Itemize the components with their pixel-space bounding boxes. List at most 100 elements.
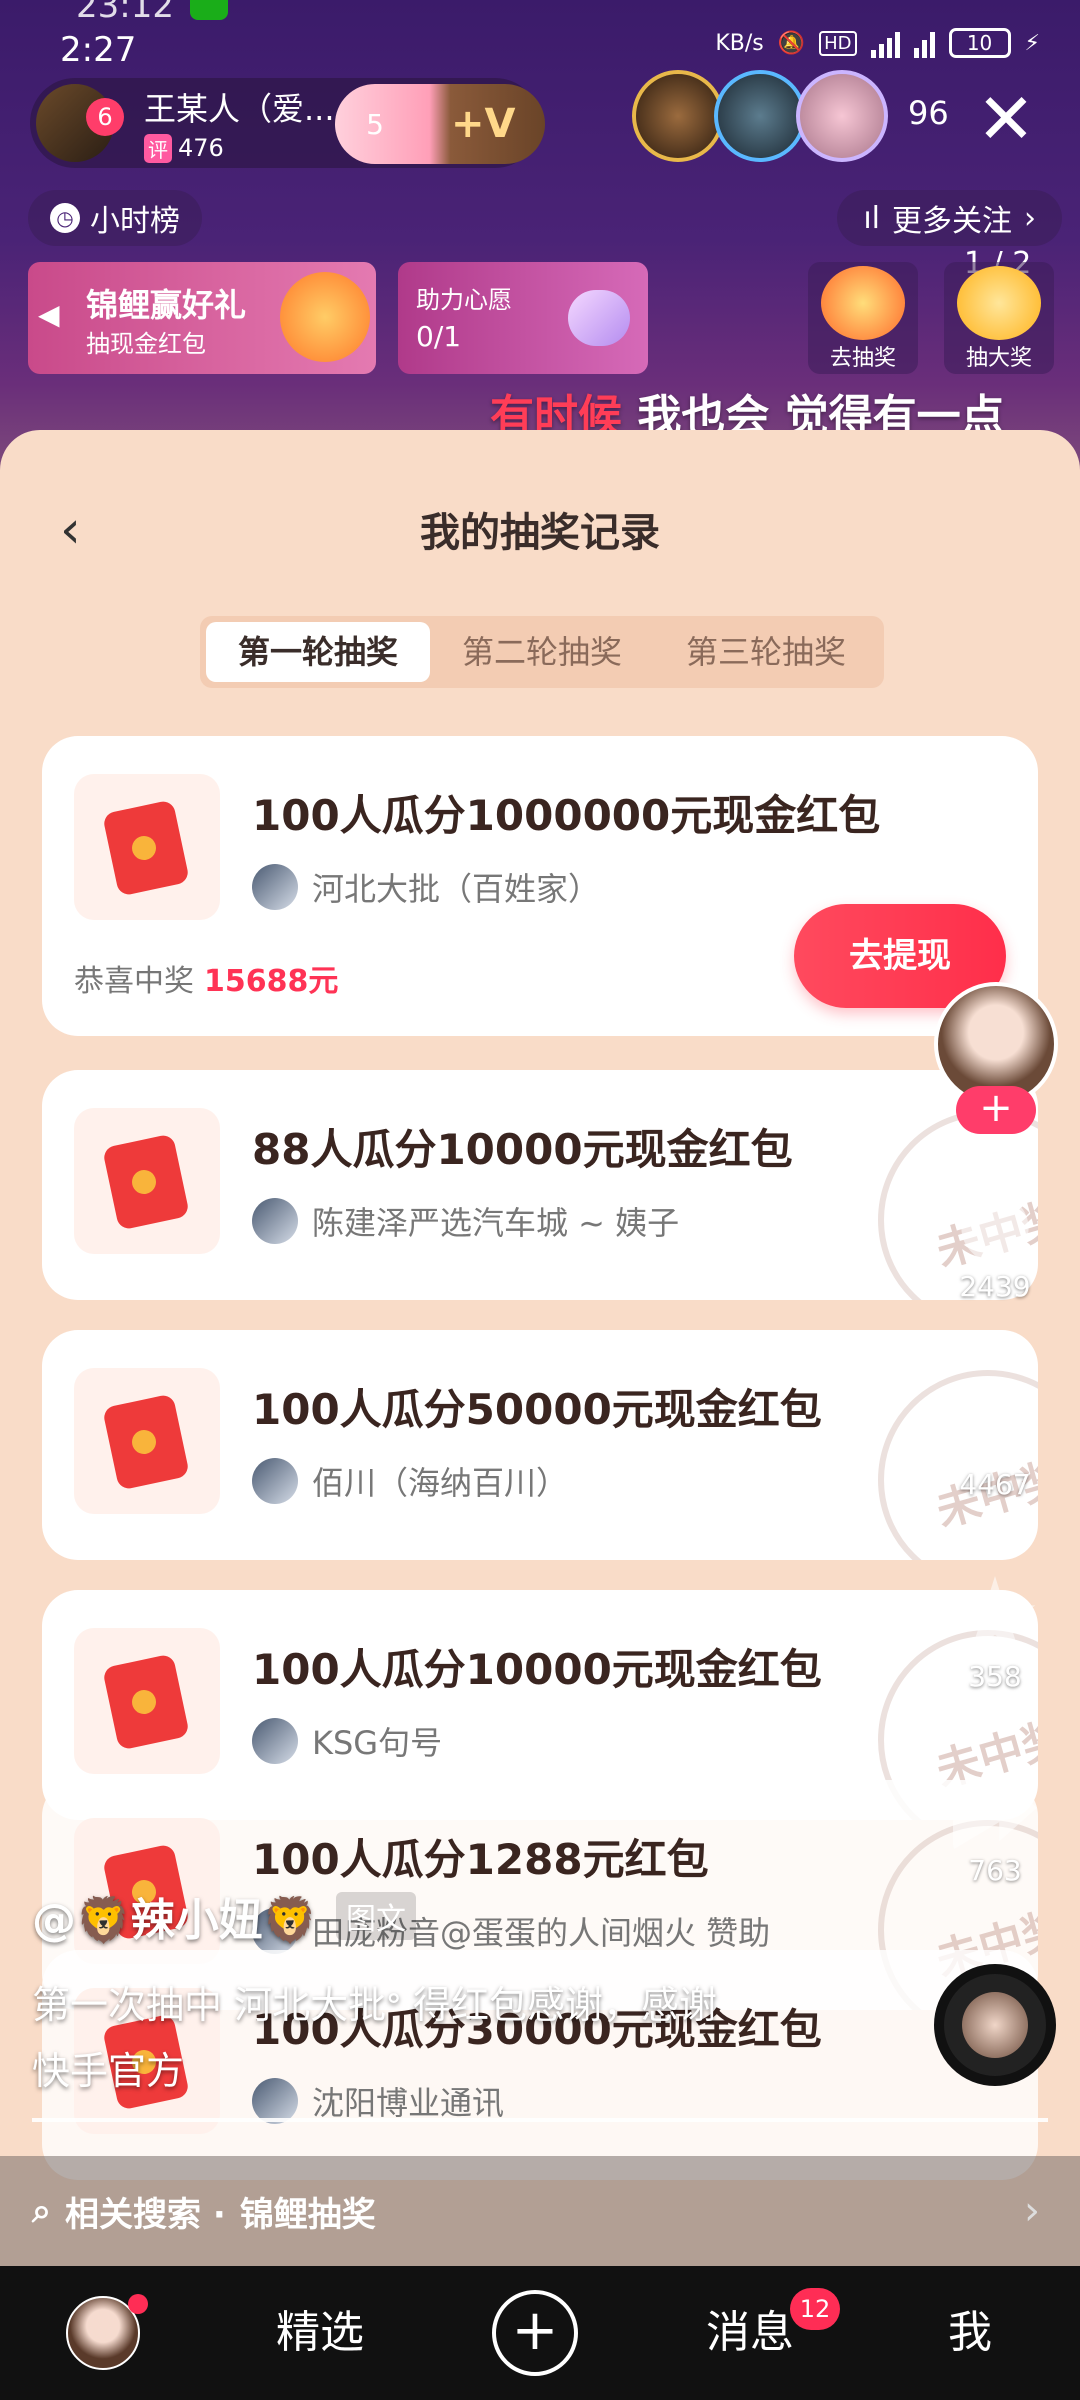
wish-progress: 0/1 — [416, 320, 462, 353]
messages-badge: 12 — [790, 2288, 840, 2330]
tab-round-3[interactable]: 第三轮抽奖 — [654, 622, 878, 682]
red-packet-icon — [74, 1628, 220, 1774]
comment-button[interactable]: 4467 — [930, 1384, 1060, 1501]
related-keyword: 锦鲤抽奖 — [239, 2194, 376, 2235]
battery-icon: 10 — [948, 28, 1011, 58]
music-disc[interactable] — [934, 1964, 1056, 2086]
share-icon — [953, 1774, 1037, 1850]
bottom-nav: 精选 + 消息 12 我 — [0, 2266, 1080, 2400]
viewer-avatar[interactable] — [796, 70, 888, 162]
big-lottery-label: 抽大奖 — [965, 346, 1032, 371]
charging-icon: ⚡ — [1024, 30, 1040, 56]
status-time: 2:27 — [60, 30, 137, 70]
shop-name: 佰川（海纳百川） — [312, 1464, 569, 1502]
clock-icon: ◷ — [50, 203, 80, 233]
record-title: 88人瓜分10000元现金红包 — [252, 1125, 793, 1174]
notification-dot — [128, 2294, 148, 2314]
related-prefix: 相关搜索 · — [65, 2194, 226, 2235]
sheet-title: 我的抽奖记录 — [420, 510, 660, 556]
koi-title: 锦鲤赢好礼 — [86, 286, 247, 324]
more-follow-label: 更多关注 — [892, 204, 1012, 239]
big-prize-icon — [957, 266, 1041, 340]
tab-round-1[interactable]: 第一轮抽奖 — [206, 622, 430, 682]
close-icon[interactable]: ✕ — [966, 84, 1046, 164]
host-avatar[interactable]: 6 — [36, 84, 124, 162]
follow-button[interactable]: + — [956, 1086, 1036, 1134]
post-type-tag: 图文 — [336, 1892, 416, 1940]
koi-banner[interactable]: ◀ 锦鲤赢好礼 抽现金红包 — [28, 262, 376, 374]
hd-icon: HD — [819, 30, 857, 56]
host-count: 476 — [178, 134, 224, 162]
heart-icon — [947, 1180, 1043, 1276]
mute-icon: 🔕 — [777, 30, 806, 56]
big-lottery-button[interactable]: 抽大奖 — [944, 262, 1054, 374]
network-speed: KB/s — [715, 30, 764, 56]
record-title: 100人瓜分1000000元现金红包 — [252, 791, 881, 840]
shop-name: 陈建泽严选汽车城 ~ 姨子 — [312, 1204, 680, 1242]
go-lottery-label: 去抽奖 — [829, 346, 896, 371]
top-viewers[interactable] — [632, 70, 888, 162]
red-packet-icon — [74, 1368, 220, 1514]
wifi-icon — [913, 28, 935, 58]
comment-icon — [953, 1384, 1037, 1468]
koi-subtitle: 抽现金红包 — [86, 330, 206, 358]
live-screen: 23:12 2:27 KB/s 🔕 HD 10 ⚡ 6 王某人（爱... 评 47… — [0, 0, 1080, 2400]
fan-level: 5 — [366, 107, 384, 141]
favorite-count: 358 — [968, 1660, 1022, 1693]
chevron-right-icon: › — [1024, 2188, 1040, 2234]
caption-text-line2: 快手官方 — [32, 2049, 185, 2093]
shop-name: 河北大批（百姓家） — [312, 870, 601, 908]
nav-messages[interactable]: 消息 — [680, 2266, 820, 2400]
hourly-label: 小时榜 — [90, 204, 180, 239]
heart-icon — [568, 290, 630, 346]
caption-username[interactable]: @🦁辣小妞🦁 — [32, 1884, 318, 1948]
record-card[interactable]: 100人瓜分1000000元现金红包 河北大批（百姓家） 恭喜中奖 15688元 … — [42, 736, 1038, 1036]
host-tag: 评 — [144, 133, 172, 163]
host-badge: 6 — [86, 98, 124, 136]
record-title: 100人瓜分10000元现金红包 — [252, 1645, 822, 1694]
shop-avatar — [252, 864, 298, 910]
like-button[interactable]: 2439 — [930, 1180, 1060, 1303]
fan-plus: +V — [451, 101, 516, 147]
nav-featured[interactable]: 精选 — [250, 2266, 390, 2400]
hourly-rank-button[interactable]: ◷ 小时榜 — [28, 190, 202, 246]
record-card[interactable]: 100人瓜分50000元现金红包 佰川（海纳百川） 未中奖 — [42, 1330, 1038, 1560]
win-amount: 15688元 — [204, 964, 339, 999]
progress-bar[interactable] — [32, 2118, 1048, 2122]
related-search-bar[interactable]: ⌕ 相关搜索 · 锦鲤抽奖 › — [0, 2156, 1080, 2266]
wechat-icon — [190, 0, 228, 20]
comment-count: 4467 — [959, 1468, 1031, 1501]
record-card[interactable]: 88人瓜分10000元现金红包 陈建泽严选汽车城 ~ 姨子 未中奖 — [42, 1070, 1038, 1300]
go-lottery-button[interactable]: 去抽奖 — [808, 262, 918, 374]
caption-text-line1: 第一次抽中 河北大批ᐤ 得红包感谢，感谢 — [32, 1983, 717, 2027]
status-time-partial: 23:12 — [76, 0, 174, 26]
favorite-button[interactable]: 358 — [930, 1576, 1060, 1693]
shop-avatar — [252, 1198, 298, 1244]
viewer-count[interactable]: 96 — [908, 94, 949, 132]
record-title: 100人瓜分50000元现金红包 — [252, 1385, 822, 1434]
win-text: 恭喜中奖 15688元 — [74, 964, 339, 999]
shop-name: KSG句号 — [312, 1724, 443, 1762]
share-count: 763 — [968, 1854, 1022, 1887]
like-count: 2439 — [959, 1270, 1031, 1303]
viewer-avatar[interactable] — [714, 70, 806, 162]
chevron-right-icon: › — [1024, 200, 1036, 236]
fan-club-button[interactable]: 5 +V — [335, 84, 545, 164]
caret-left-icon: ◀ — [38, 298, 60, 331]
wish-title: 助力心愿 — [416, 286, 512, 314]
nav-me[interactable]: 我 — [920, 2266, 1020, 2400]
lottery-icon — [821, 266, 905, 340]
create-plus-icon[interactable]: + — [492, 2290, 578, 2376]
star-icon — [954, 1576, 1036, 1653]
host-name: 王某人（爱... — [144, 89, 335, 128]
round-tabs: 第一轮抽奖 第二轮抽奖 第三轮抽奖 — [200, 616, 884, 688]
wish-banner[interactable]: 助力心愿 0/1 — [398, 262, 648, 374]
red-packet-icon — [74, 774, 220, 920]
koi-fish-icon — [280, 272, 370, 362]
share-button[interactable]: 763 — [930, 1770, 1060, 1887]
red-packet-icon — [74, 1108, 220, 1254]
signal-icon — [870, 28, 900, 58]
viewer-avatar[interactable] — [632, 70, 724, 162]
more-follow-button[interactable]: ıl 更多关注 › — [837, 190, 1062, 246]
tab-round-2[interactable]: 第二轮抽奖 — [430, 622, 654, 682]
